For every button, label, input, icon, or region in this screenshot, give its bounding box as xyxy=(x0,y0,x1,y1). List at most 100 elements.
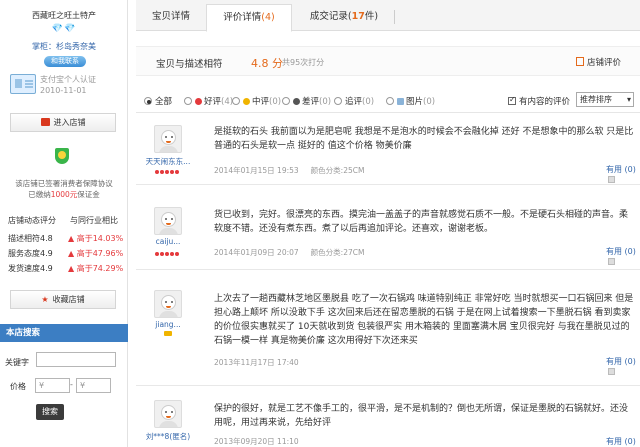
shop-icon xyxy=(40,118,50,126)
review-item: 刘***8(匿名) 保护的很好，就是工艺不像手工的，很平滑，是不是机制的？倒也无… xyxy=(136,386,640,447)
content-only-label: 有内容的评价 xyxy=(519,97,571,107)
rating-label: 描述相符4.8 xyxy=(8,234,53,243)
neutral-dot-icon xyxy=(243,98,250,105)
filter-neutral[interactable]: 中评(0) xyxy=(232,95,281,107)
avatar-eye xyxy=(165,218,167,220)
shop-rating-label: 店铺评价 xyxy=(587,58,622,68)
review-text: 是挺软的石头 我前面以为是肥皂呢 我想是不是泡水的时候会不会融化掉 还好 不是想… xyxy=(214,127,634,151)
review-date: 2013年09月20日 11:10 xyxy=(214,437,299,446)
tab-reviews-count: (4) xyxy=(261,12,275,23)
filter-followup[interactable]: 追评(0) xyxy=(334,95,374,107)
tab-transactions[interactable]: 成交记录(17件) xyxy=(296,4,392,32)
ratings-header: 店铺动态评分 与同行业相比 xyxy=(8,215,124,226)
avatar-eye xyxy=(165,411,167,413)
buyer-level-crown-icon xyxy=(164,331,172,336)
filter-count: (0) xyxy=(423,97,436,107)
reviewer-name[interactable]: jiang... xyxy=(136,320,200,329)
avatar[interactable] xyxy=(154,125,182,153)
review-meta: 2013年11月17日 17:40 xyxy=(214,357,299,368)
filter-positive[interactable]: 好评(4) xyxy=(184,95,233,107)
useful-button[interactable]: 有用 (0) xyxy=(606,356,640,376)
review-date: 2014年01月15日 19:53 xyxy=(214,166,299,175)
tab-transactions-paren-close: 件) xyxy=(364,11,379,22)
avatar-eye xyxy=(165,136,167,138)
consumer-guarantee-icon[interactable] xyxy=(55,148,69,164)
content-only-checkbox[interactable]: 有内容的评价 xyxy=(508,95,570,107)
enter-shop-button[interactable]: 进入店铺 xyxy=(10,113,116,132)
thumb-up-icon xyxy=(608,176,615,183)
guarantee-line-2: 已缴纳1000元保证金 xyxy=(0,189,128,200)
sort-dropdown[interactable]: 推荐排序 xyxy=(576,92,634,107)
avatar-body xyxy=(159,421,178,427)
shop-search-title: 本店搜索 xyxy=(0,324,128,342)
useful-label: 有用 (0) xyxy=(606,165,636,174)
useful-button[interactable]: 有用 (0) xyxy=(606,164,640,184)
reviewer-name[interactable]: 天天闹东东... xyxy=(136,156,200,167)
shop-rating-link[interactable]: 店铺评价 xyxy=(576,56,621,68)
rating-label: 服务态度4.9 xyxy=(8,249,53,258)
rating-label: 发货速度4.9 xyxy=(8,264,53,273)
enter-shop-label: 进入店铺 xyxy=(53,118,86,127)
review-sku: 颜色分类:27CM xyxy=(310,248,365,257)
summary-count: 共95次打分 xyxy=(282,58,325,67)
avatar-eye xyxy=(171,218,173,220)
image-icon xyxy=(397,98,404,105)
radio xyxy=(386,97,394,105)
checkbox-checked xyxy=(508,95,516,105)
filter-negative[interactable]: 差评(0) xyxy=(282,95,331,107)
positive-dot-icon xyxy=(195,98,202,105)
reviewer-name[interactable]: 刘***8(匿名) xyxy=(136,431,200,442)
summary-score: 4.8 分 xyxy=(251,57,283,70)
radio-selected xyxy=(144,97,152,105)
avatar-body xyxy=(159,146,178,152)
main-content: 宝贝详情 评价详情(4) 成交记录(17件) 宝贝与描述相符 4.8 分 共95… xyxy=(136,0,640,447)
collect-shop-button[interactable]: ★ 收藏店铺 xyxy=(10,290,116,309)
negative-dot-icon xyxy=(293,98,300,105)
avatar[interactable] xyxy=(154,290,182,318)
useful-button[interactable]: 有用 (0) xyxy=(606,246,640,266)
search-button[interactable]: 搜索 xyxy=(36,404,64,420)
price-max-input[interactable]: ¥ xyxy=(76,378,111,393)
avatar-body xyxy=(159,311,178,317)
keyword-input[interactable] xyxy=(36,352,116,367)
filter-images[interactable]: 图片(0) xyxy=(386,95,435,107)
auth-text: 支付宝个人认证 xyxy=(40,75,96,84)
review-sku: 颜色分类:25CM xyxy=(310,166,365,175)
tab-reviews[interactable]: 评价详情(4) xyxy=(206,4,292,32)
rating-row-description[interactable]: 描述相符4.8 ▲ 高于14.03% xyxy=(8,233,124,244)
rating-row-shipping[interactable]: 发货速度4.9 ▲ 高于74.29% xyxy=(8,263,124,274)
review-meta: 2014年01月09日 20:07 颜色分类:27CM xyxy=(214,247,364,258)
radio xyxy=(334,97,342,105)
avatar[interactable] xyxy=(154,207,182,235)
tab-transactions-count: 17 xyxy=(351,11,365,22)
reviewer-name[interactable]: caiju... xyxy=(136,237,200,246)
rating-compare: ▲ 高于47.96% xyxy=(68,249,124,258)
filter-all[interactable]: 全部 xyxy=(144,95,172,107)
collect-shop-label: 收藏店铺 xyxy=(52,295,85,304)
summary-label: 宝贝与描述相符 xyxy=(156,59,223,70)
review-text: 保护的很好，就是工艺不像手工的，很平滑，是不是机制的？倒也无所谓，保证是墨脱的石… xyxy=(214,404,629,428)
price-dash: - xyxy=(70,380,73,389)
useful-label: 有用 (0) xyxy=(606,357,636,366)
avatar-body xyxy=(159,228,178,234)
alipay-auth: 支付宝个人认证 2010-11-01 xyxy=(8,72,120,98)
filter-label: 全部 xyxy=(155,97,173,107)
review-item: caiju... 货已收到，完好。很漂亮的东西。摸完油一盖盖子的声音就感觉石质不… xyxy=(136,185,640,270)
tab-bar: 宝贝详情 评价详情(4) 成交记录(17件) xyxy=(136,0,640,32)
shop-name[interactable]: 西藏旺之旺土特产 xyxy=(0,10,128,21)
owner-name-link[interactable]: 杉岛秀奈美 xyxy=(56,42,96,51)
filter-count: (0) xyxy=(269,97,282,107)
tab-item-details[interactable]: 宝贝详情 xyxy=(136,4,206,32)
thumb-up-icon xyxy=(608,258,615,265)
buyer-level-heart-icon xyxy=(155,167,185,174)
price-min-input[interactable]: ¥ xyxy=(35,378,70,393)
contact-seller-button[interactable]: 和我联系 xyxy=(44,56,86,67)
useful-button[interactable]: 有用 (0) xyxy=(606,436,640,447)
avatar-eye xyxy=(171,136,173,138)
rating-row-service[interactable]: 服务态度4.9 ▲ 高于47.96% xyxy=(8,248,124,259)
avatar[interactable] xyxy=(154,400,182,428)
rating-summary: 宝贝与描述相符 4.8 分 共95次打分 店铺评价 xyxy=(136,46,640,76)
review-filter-bar: 全部 好评(4) 中评(0) 差评(0) 追评(0) 图片(0) 有内容的评价 … xyxy=(136,87,640,113)
guarantee-text: 该店铺已签署消费者保障协议 已缴纳1000元保证金 xyxy=(0,178,128,200)
review-item: jiang... 上次去了一趟西藏林芝地区墨脱县 吃了一次石锅鸡 味道特别纯正 … xyxy=(136,270,640,386)
